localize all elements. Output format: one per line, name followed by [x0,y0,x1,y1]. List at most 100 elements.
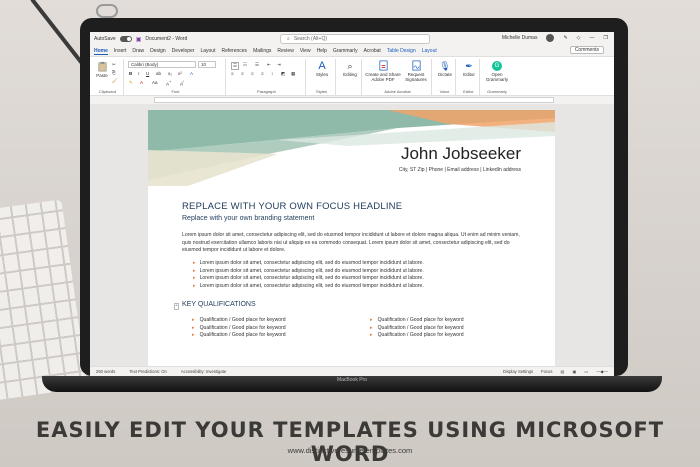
tab-view[interactable]: View [300,48,311,54]
zoom-slider[interactable]: —◆— [596,369,608,374]
paragraph-label: Paragraph [257,89,276,94]
font-name-select[interactable]: Calibri (Body) [128,61,196,68]
ruler-track[interactable] [154,97,554,103]
clear-format-icon[interactable]: A∕ [180,80,184,87]
shrink-font-icon[interactable]: A+ [166,80,171,87]
font-group: Calibri (Body) 10 B I U ab x₂ x² A ✎ A A… [126,59,226,95]
superscript-button[interactable]: x² [178,71,182,76]
tab-developer[interactable]: Developer [172,48,195,54]
tab-help[interactable]: Help [317,48,327,54]
read-mode-icon[interactable]: ▤ [560,369,564,374]
ribbon-tabs: Home Insert Draw Design Developer Layout… [90,46,614,56]
restore-icon[interactable]: ❐ [604,35,608,41]
tab-references[interactable]: References [221,48,247,54]
search-placeholder: Search (Alt+Q) [293,36,328,42]
tab-review[interactable]: Review [277,48,293,54]
document-page[interactable]: John Jobseeker City, ST Zip | Phone | Em… [148,110,555,366]
grow-font-icon[interactable]: Aa [152,80,158,85]
open-grammarly-button[interactable]: G Open Grammarly [484,61,510,82]
search-input[interactable]: ⌕ Search (Alt+Q) [280,34,430,44]
justify-icon[interactable]: ≡ [261,71,264,76]
pen-icon[interactable]: ✎ [563,35,567,41]
shading-icon[interactable]: ◩ [281,71,285,77]
request-signatures-button[interactable]: Request Signatures [402,60,430,82]
bold-button[interactable]: B [129,71,132,76]
grammarly-label: Grammarly [487,89,507,94]
minimize-icon[interactable]: — [590,35,595,41]
line-spacing-icon[interactable]: ↕ [271,71,273,76]
accessibility-status[interactable]: Accessibility: Investigate [181,369,226,374]
styles-group: A Styles Styles [308,59,336,95]
align-left-icon[interactable]: ≡ [231,71,234,76]
tab-grammarly[interactable]: Grammarly [333,48,358,54]
copy-icon[interactable]: ⎘ [112,70,116,75]
editor-group: ✒ Editor Editor [458,59,480,95]
web-layout-icon[interactable]: ▭ [584,369,588,374]
resume-bullets: Lorem ipsum dolor sit amet, consectetur … [200,260,424,291]
highlight-icon[interactable]: ✎ [129,80,133,86]
display-settings[interactable]: Display Settings [503,369,533,374]
tab-draw[interactable]: Draw [132,48,144,54]
title-bar-right: Michelle Dumas ✎ ◇ — ❐ [502,34,608,42]
format-painter-icon[interactable]: 🖌 [112,78,118,84]
resume-headline: REPLACE WITH YOUR OWN FOCUS HEADLINE [182,201,403,212]
tab-table-design[interactable]: Table Design [387,48,416,54]
focus-button[interactable]: Focus [541,369,552,374]
table-move-handle-icon[interactable]: + [174,303,179,310]
borders-icon[interactable]: ▦ [291,71,295,77]
list-item: Lorem ipsum dolor sit amet, consectetur … [200,283,424,291]
tab-acrobat[interactable]: Acrobat [364,48,381,54]
tab-layout[interactable]: Layout [200,48,215,54]
list-item: Qualification / Good place for keyword [200,317,286,325]
qualifications-right: Qualification / Good place for keyword Q… [378,317,464,340]
numbering-icon[interactable]: ☷ [243,62,247,68]
diamond-icon[interactable]: ◇ [577,35,581,41]
subscript-button[interactable]: x₂ [168,71,172,76]
editor-button[interactable]: ✒ Editor [459,61,479,77]
grammarly-icon: G [492,61,502,71]
tab-table-layout[interactable]: Layout [422,48,437,54]
clipboard-label: Clipboard [98,89,117,94]
multilevel-icon[interactable]: ☰ [255,62,259,68]
font-color-icon[interactable]: A [140,80,143,85]
dictate-label: Dictate [437,72,452,77]
paste-button[interactable]: Paste [94,61,110,78]
editing-button[interactable]: ⌕ Editing [339,61,361,77]
tab-home[interactable]: Home [94,48,108,55]
editing-group: ⌕ Editing [338,59,362,95]
list-item: Qualification / Good place for keyword [378,332,464,340]
text-predictions[interactable]: Text Predictions: On [129,369,166,374]
list-item: Lorem ipsum dolor sit amet, consectetur … [200,268,424,276]
word-window: AutoSave ▣ Document2 - Word ⌕ Search (Al… [90,32,614,376]
create-share-pdf-button[interactable]: Create and Share Adobe PDF [365,60,401,82]
font-size-select[interactable]: 10 [198,61,216,68]
cut-icon[interactable]: ✂ [112,62,116,68]
styles-button[interactable]: A Styles [310,60,334,77]
word-count[interactable]: 250 words [96,369,115,374]
title-bar: AutoSave ▣ Document2 - Word ⌕ Search (Al… [90,32,614,46]
italic-button[interactable]: I [138,71,139,76]
grammarly-btn-label: Open Grammarly [485,72,509,82]
dictate-button[interactable]: 🎙 Dictate [435,61,455,77]
decrease-indent-icon[interactable]: ⇤ [267,62,271,68]
comments-button[interactable]: Comments [569,46,604,54]
styles-btn-label: Styles [315,72,329,77]
tab-design[interactable]: Design [150,48,166,54]
avatar[interactable] [546,34,555,42]
microphone-icon: 🎙 [439,61,451,71]
voice-label: Voice [439,89,450,94]
underline-button[interactable]: U [146,71,149,76]
text-effects-icon[interactable]: A [190,71,193,76]
align-center-icon[interactable]: ≡ [241,71,244,76]
editor-label: Editor [463,89,474,94]
print-layout-icon[interactable]: ▣ [572,369,576,374]
tab-insert[interactable]: Insert [114,48,127,54]
qualifications-heading: KEY QUALIFICATIONS [182,301,256,308]
autosave-toggle[interactable] [119,36,132,42]
save-icon[interactable]: ▣ [136,36,142,43]
bullets-icon[interactable]: ☰ [231,62,240,70]
increase-indent-icon[interactable]: ⇥ [277,62,281,68]
tab-mailings[interactable]: Mailings [253,48,271,54]
strikethrough-button[interactable]: ab [156,71,161,76]
align-right-icon[interactable]: ≡ [251,71,254,76]
